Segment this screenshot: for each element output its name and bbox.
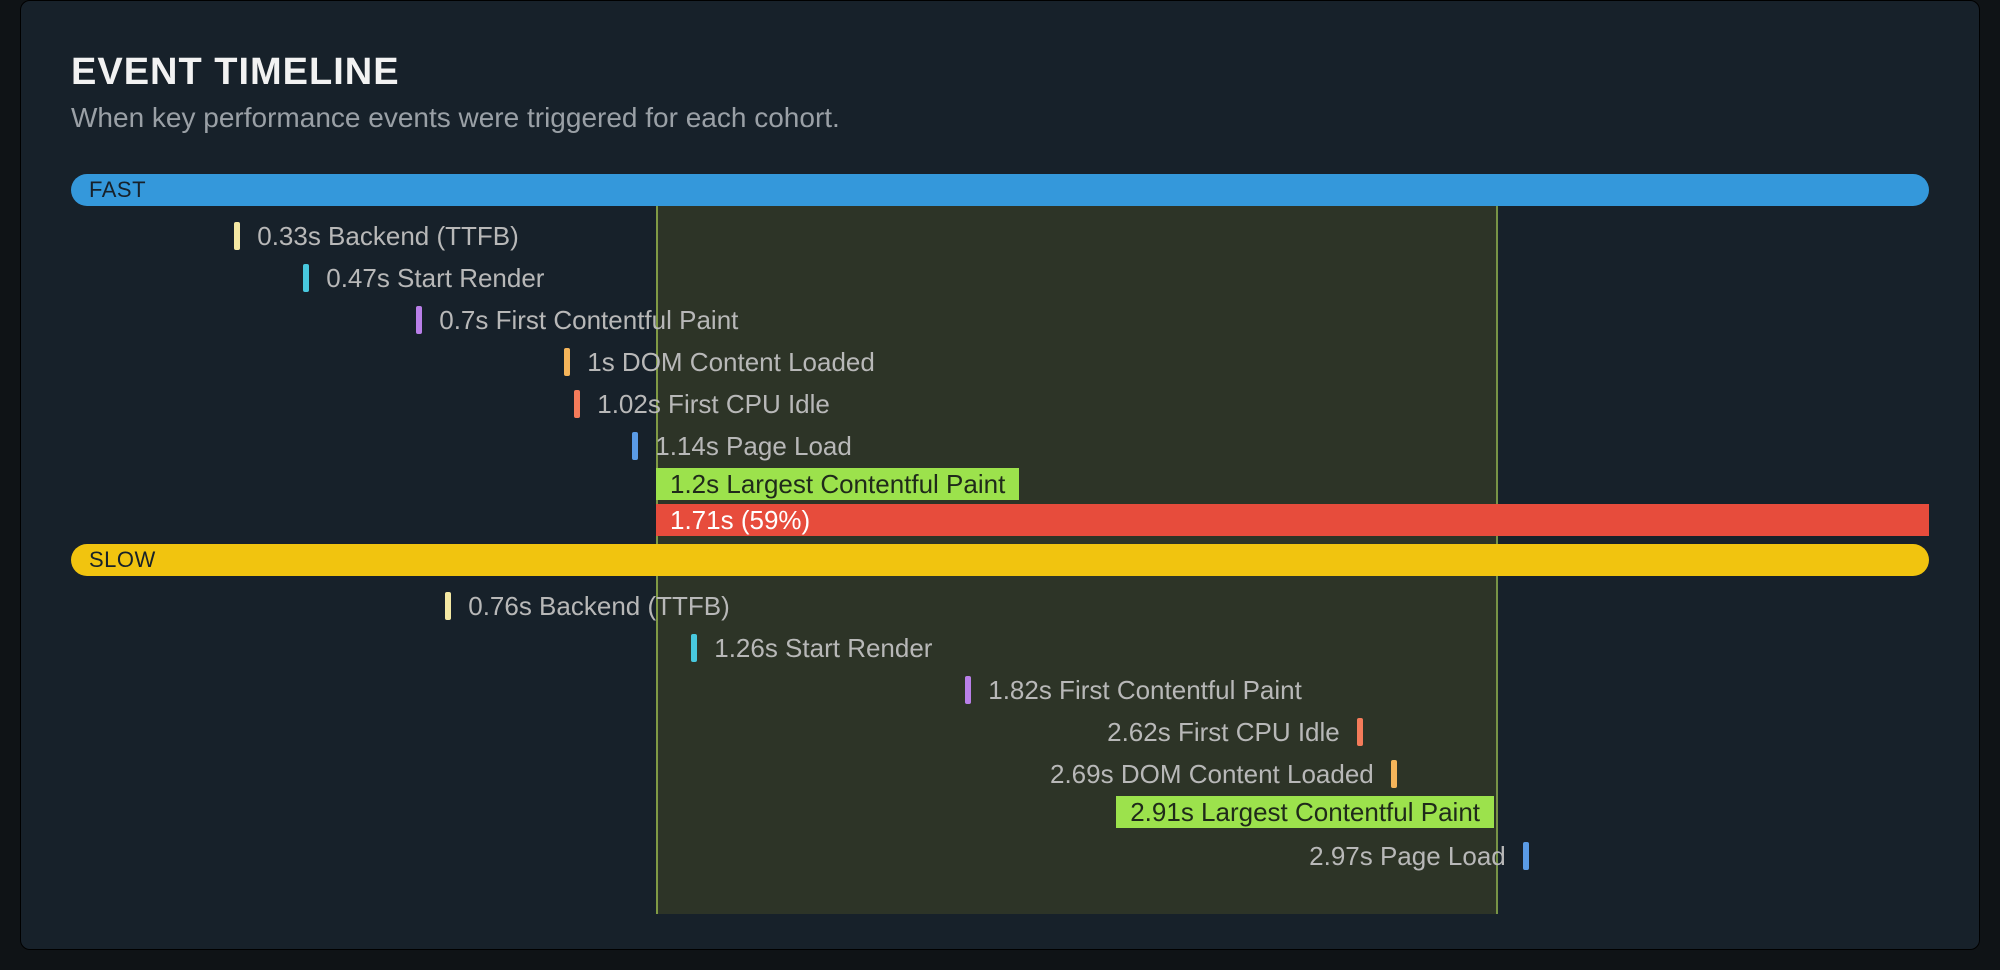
tick-icon [632, 432, 638, 460]
tick-icon [416, 306, 422, 334]
metric-label: 2.69s DOM Content Loaded [1050, 759, 1374, 789]
fast-cpu-idle-row: 1.02s First CPU Idle [574, 388, 830, 416]
metric-label: 1.2s Largest Contentful Paint [670, 469, 1005, 499]
tick-icon [965, 676, 971, 704]
slow-ttfb-row: 0.76s Backend (TTFB) [445, 590, 730, 618]
lcp-diff-pill: 1.71s (59%) [656, 504, 1929, 536]
panel-subtitle: When key performance events were trigger… [71, 102, 1929, 134]
slow-fcp-row: 1.82s First Contentful Paint [965, 674, 1302, 702]
metric-label: 1.14s Page Load [655, 431, 852, 461]
metric-label: 1.26s Start Render [714, 633, 932, 663]
fast-ttfb-row: 0.33s Backend (TTFB) [234, 220, 519, 248]
slow-cpu-idle-row: 2.62s First CPU Idle [1073, 716, 1363, 744]
metric-label: 1s DOM Content Loaded [587, 347, 875, 377]
tick-icon [445, 592, 451, 620]
metric-label: 2.91s Largest Contentful Paint [1130, 797, 1480, 827]
tick-icon [1391, 760, 1397, 788]
fast-fcp-row: 0.7s First Contentful Paint [416, 304, 738, 332]
metric-label: 0.47s Start Render [326, 263, 544, 293]
metric-label: 0.76s Backend (TTFB) [468, 591, 730, 621]
event-timeline-panel: EVENT TIMELINE When key performance even… [20, 0, 1980, 950]
tick-icon [564, 348, 570, 376]
metric-label: 2.62s First CPU Idle [1107, 717, 1340, 747]
cohort-bar-fast-label: FAST [89, 177, 146, 202]
fast-page-load-row: 1.14s Page Load [632, 430, 852, 458]
timeline-chart: FAST 0.33s Backend (TTFB) 0.47s Start Re… [71, 174, 1929, 914]
tick-icon [691, 634, 697, 662]
metric-label: 2.97s Page Load [1309, 841, 1506, 871]
cohort-bar-slow: SLOW [71, 544, 1929, 576]
slow-lcp-pill: 2.91s Largest Contentful Paint [1116, 796, 1494, 828]
slow-start-render-row: 1.26s Start Render [691, 632, 932, 660]
metric-label: 0.33s Backend (TTFB) [257, 221, 519, 251]
metric-label: 1.02s First CPU Idle [597, 389, 830, 419]
tick-icon [234, 222, 240, 250]
cohort-bar-slow-label: SLOW [89, 547, 156, 572]
cohort-bar-fast: FAST [71, 174, 1929, 206]
tick-icon [1523, 842, 1529, 870]
fast-dcl-row: 1s DOM Content Loaded [564, 346, 875, 374]
tick-icon [1357, 718, 1363, 746]
fast-lcp-pill: 1.2s Largest Contentful Paint [656, 468, 1019, 500]
slow-page-load-row: 2.97s Page Load [1271, 840, 1529, 868]
metric-label: 1.71s (59%) [670, 505, 810, 535]
metric-label: 0.7s First Contentful Paint [439, 305, 738, 335]
slow-dcl-row: 2.69s DOM Content Loaded [1001, 758, 1397, 786]
metric-label: 1.82s First Contentful Paint [988, 675, 1302, 705]
tick-icon [303, 264, 309, 292]
tick-icon [574, 390, 580, 418]
panel-title: EVENT TIMELINE [71, 51, 1929, 94]
fast-start-render-row: 0.47s Start Render [303, 262, 544, 290]
